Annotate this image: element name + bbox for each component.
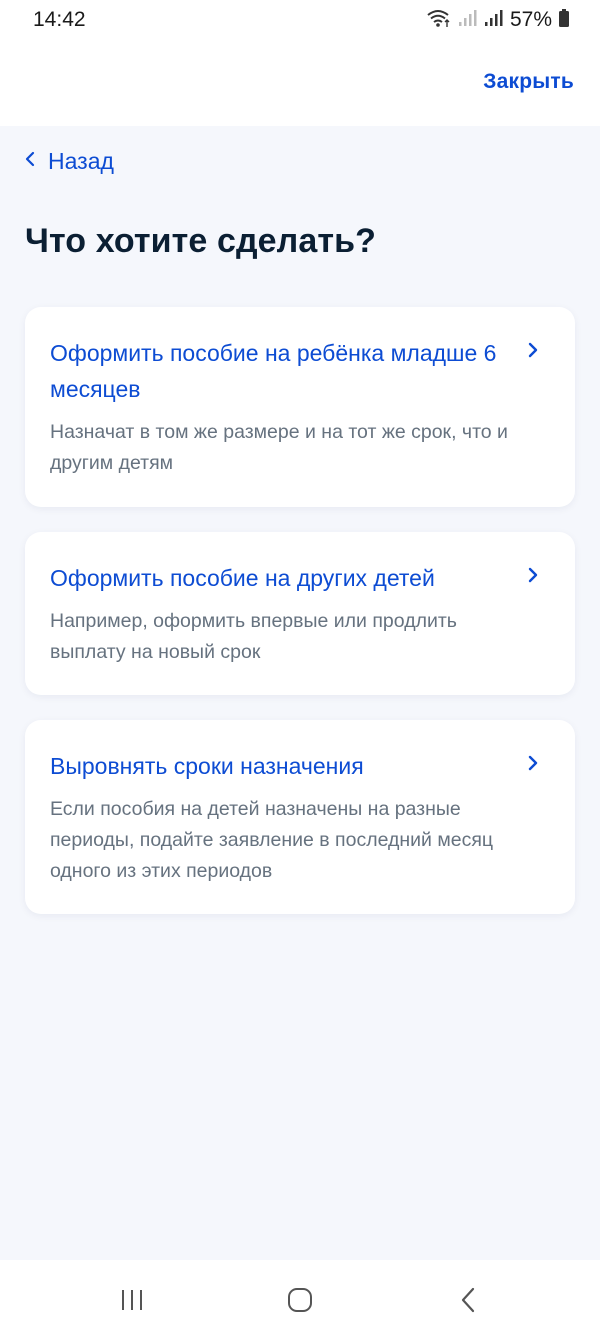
back-label: Назад [48,148,114,174]
option-description: Например, оформить впервые или продлить … [50,610,457,663]
status-icons: 57% [426,6,570,34]
option-title: Выровнять сроки назначения [50,753,364,779]
close-button[interactable]: Закрыть [483,70,574,94]
home-icon[interactable] [280,1282,320,1318]
back-button[interactable]: Назад [24,148,114,175]
chevron-right-icon [527,566,539,589]
chevron-right-icon [527,341,539,364]
back-icon[interactable] [448,1282,488,1318]
option-card-newborn[interactable]: Оформить пособие на ребёнка младше 6 мес… [25,307,575,507]
wifi-icon [426,8,452,33]
top-bar: Закрыть [0,40,600,126]
option-card-align-periods[interactable]: Выровнять сроки назначения Если пособия … [25,720,575,914]
signal-icon [484,9,504,32]
status-time: 14:42 [33,8,86,31]
option-title: Оформить пособие на других детей [50,565,435,591]
battery-percent: 57% [509,8,552,31]
option-description: Если пособия на детей назначены на разны… [50,798,494,882]
option-card-other-children[interactable]: Оформить пособие на других детей Наприме… [25,532,575,695]
recent-apps-icon[interactable] [112,1282,152,1318]
page-title: Что хотите сделать? [25,222,376,260]
chevron-left-icon [24,151,36,172]
option-title: Оформить пособие на ребёнка младше 6 мес… [50,340,497,402]
status-bar: 14:42 57% [0,0,600,40]
option-description: Назначат в том же размере и на тот же ср… [50,421,508,474]
system-nav-bar [0,1260,600,1337]
main-content: Назад Что хотите сделать? Оформить пособ… [0,126,600,1260]
battery-icon [558,8,570,33]
chevron-right-icon [527,754,539,777]
signal-icon [458,9,478,32]
